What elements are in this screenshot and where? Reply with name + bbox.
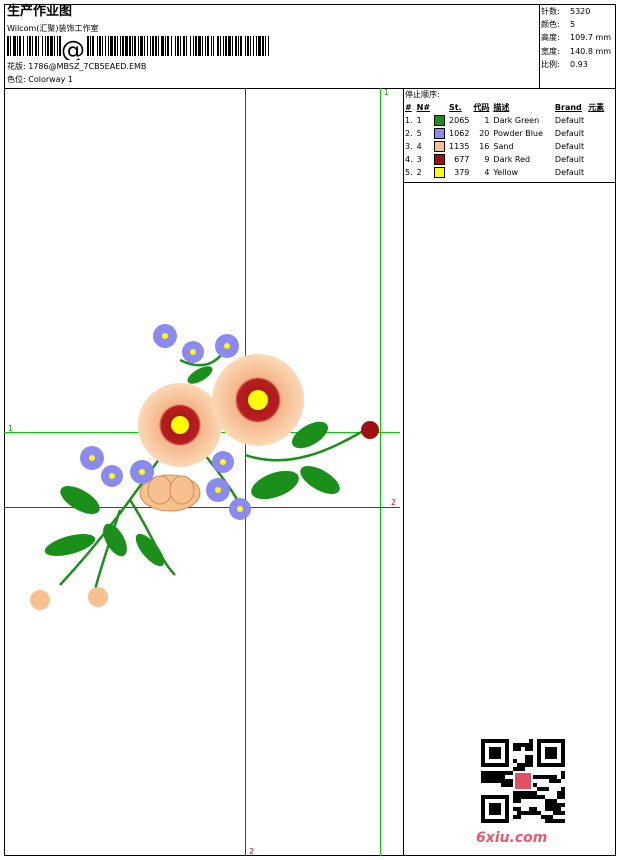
embroidery-design — [30, 324, 379, 610]
qr-code — [481, 739, 565, 823]
site-watermark: 6xiu.com — [476, 830, 548, 846]
qr-logo — [515, 773, 531, 789]
